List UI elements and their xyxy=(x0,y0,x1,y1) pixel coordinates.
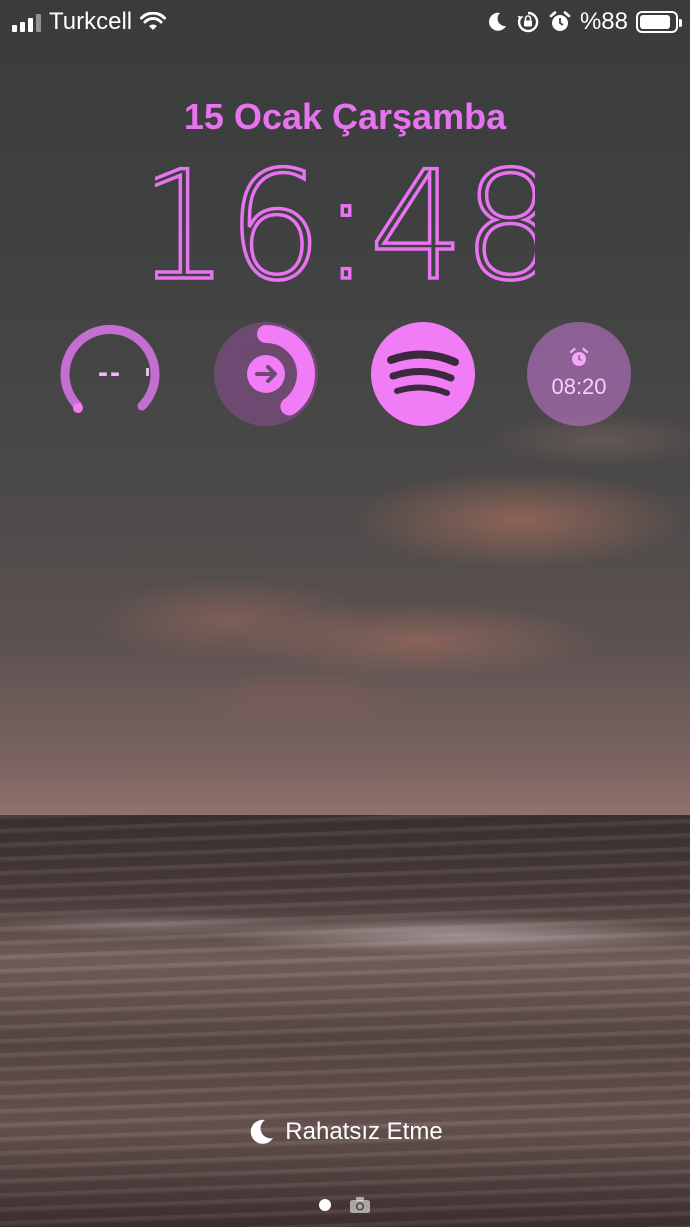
clock-time: 16:48 xyxy=(155,150,535,290)
page-dot-icon xyxy=(319,1199,331,1211)
status-bar-left: Turkcell xyxy=(12,8,167,36)
status-bar-right: %88 xyxy=(486,8,682,36)
gauge-widget[interactable]: -- xyxy=(58,322,162,426)
status-bar: Turkcell %88 xyxy=(0,0,690,44)
battery-percentage: %88 xyxy=(579,8,628,35)
spotify-widget[interactable] xyxy=(371,322,475,426)
focus-indicator[interactable]: Rahatsız Etme xyxy=(0,1118,690,1146)
wifi-icon xyxy=(140,12,167,30)
clock-digits: .clk { font-family: "DejaVu Sans", sans-… xyxy=(155,150,535,290)
focus-label: Rahatsız Etme xyxy=(285,1118,443,1145)
page-indicator xyxy=(0,1196,690,1214)
lock-screen-date: 15 Ocak Çarşamba xyxy=(183,96,507,137)
battery-level xyxy=(640,15,670,29)
moon-icon xyxy=(251,1119,274,1144)
progress-widget[interactable] xyxy=(214,322,318,426)
camera-icon[interactable] xyxy=(349,1196,371,1214)
signal-icon xyxy=(12,12,41,32)
lock-screen-clock: .clk { font-family: "DejaVu Sans", sans-… xyxy=(0,150,690,290)
alarm-time: 08:20 xyxy=(551,374,607,399)
gauge-value: -- xyxy=(98,356,122,389)
carrier-name: Turkcell xyxy=(49,8,133,35)
progress-ring xyxy=(214,322,318,426)
wallpaper-sea xyxy=(0,815,690,1227)
moon-icon xyxy=(489,12,506,31)
wallpaper-waves xyxy=(0,905,690,975)
rotation-lock-icon xyxy=(517,11,539,33)
battery-icon xyxy=(636,11,682,33)
spotify-icon xyxy=(387,350,459,396)
widget-row: -- 08:20 xyxy=(0,322,690,428)
alarm-icon xyxy=(569,347,589,366)
alarm-widget[interactable]: 08:20 xyxy=(527,322,631,426)
alarm-icon xyxy=(549,11,571,31)
